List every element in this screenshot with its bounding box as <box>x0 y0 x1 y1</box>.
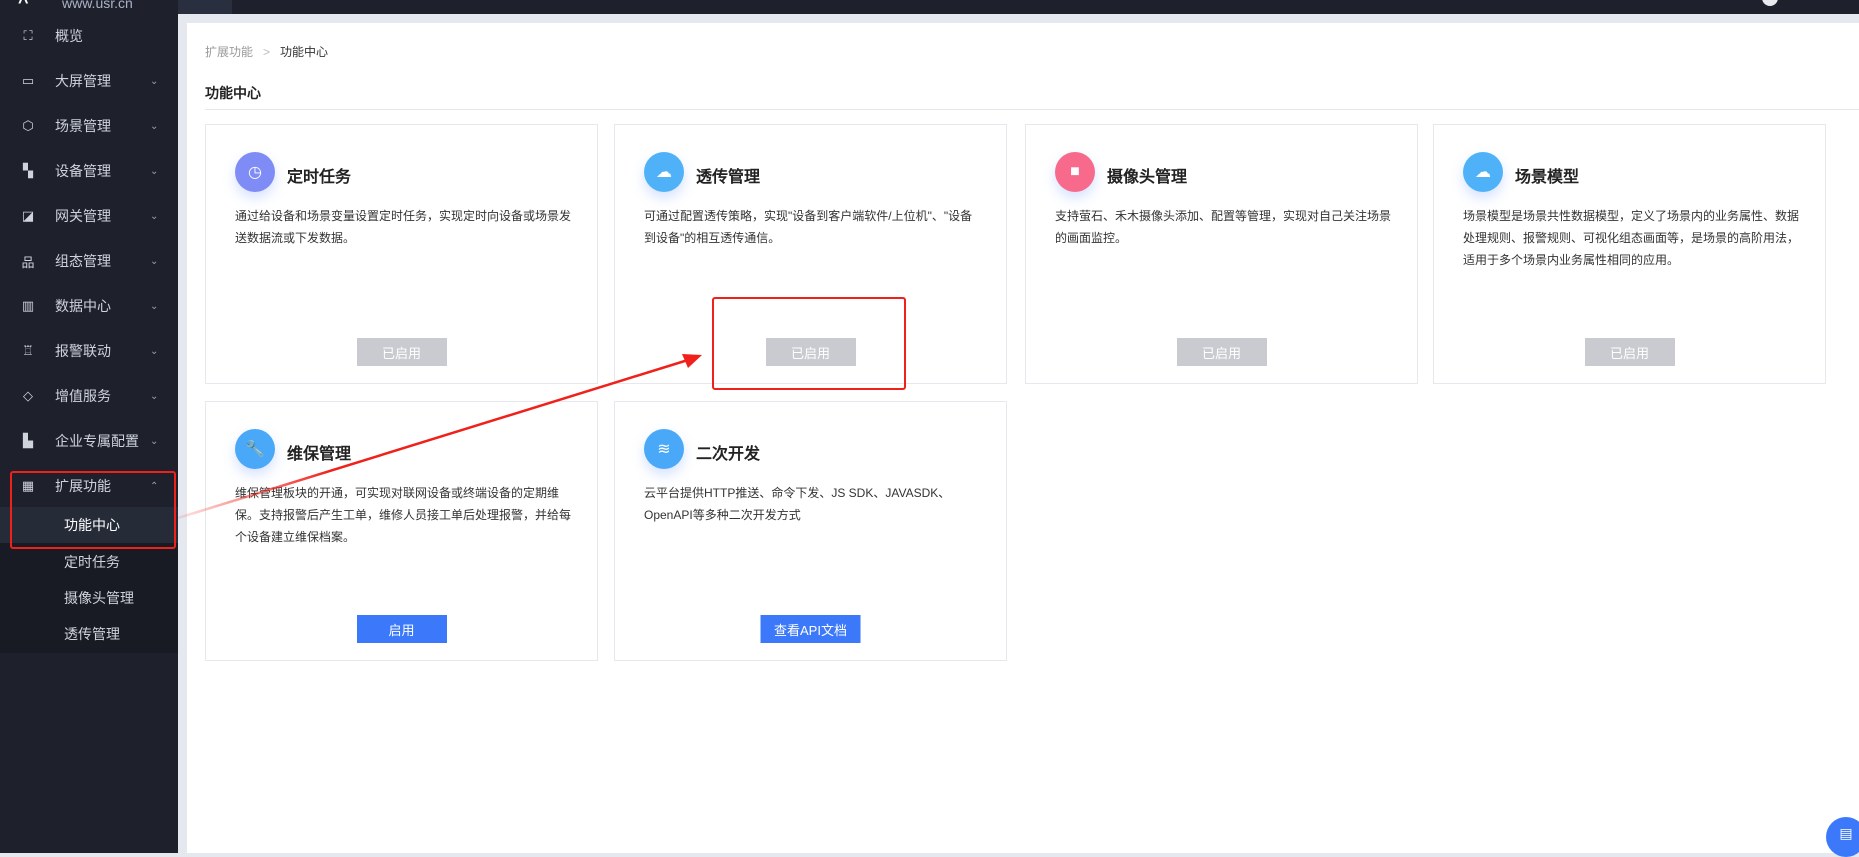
card-title: 透传管理 <box>696 169 761 186</box>
page-title: 功能中心 <box>205 85 261 101</box>
card-action-button[interactable]: 启用 <box>356 615 447 643</box>
card-title: 摄像头管理 <box>1107 169 1188 186</box>
chevron-icon: ⌄ <box>150 255 159 267</box>
card-action-button[interactable]: 已启用 <box>765 338 856 366</box>
logo-url: www.usr.cn <box>62 0 133 11</box>
submenu-item-scheduled-tasks[interactable]: 定时任务 <box>0 544 178 580</box>
card-maintenance: 🔧 维保管理 维保管理板块的开通，可实现对联网设备或终端设备的定期维保。支持报警… <box>205 401 598 661</box>
card-title: 维保管理 <box>287 446 352 463</box>
card-action-button[interactable]: 查看API文档 <box>760 615 861 643</box>
card-secondary-development: ≋ 二次开发 云平台提供HTTP推送、命令下发、JS SDK、JAVASDK、O… <box>614 401 1007 661</box>
sidebar-item-scenes[interactable]: ⬡ 场景管理 ⌄ <box>0 106 178 146</box>
sidebar: ^ www.usr.cn ⛶ 概览 ▭ 大屏管理 ⌄ ⬡ 场景管理 ⌄ ▚ 设备管理 ⌄ ◪ 网关管理 ⌄… <box>0 0 178 853</box>
sidebar-item-enterprise-config[interactable]: ▙ 企业专属配置 ⌄ <box>0 421 178 461</box>
alarm-icon: ♖ <box>22 343 34 358</box>
breadcrumb: 扩展功能 > 功能中心 <box>205 43 328 60</box>
sidebar-item-label: 设备管理 <box>55 163 111 179</box>
card-description: 通过给设备和场景变量设置定时任务，实现定时向设备或场景发送数据流或下发数据。 <box>235 209 572 245</box>
sidebar-item-label: 概览 <box>55 28 83 44</box>
card-transparent-transmission: ☁ 透传管理 可通过配置透传策略，实现"设备到客户端软件/上位机"、"设备到设备… <box>614 124 1007 384</box>
card-description: 支持萤石、禾木摄像头添加、配置等管理，实现对自己关注场景的画面监控。 <box>1055 209 1392 245</box>
sidebar-item-big-screen[interactable]: ▭ 大屏管理 ⌄ <box>0 61 178 101</box>
top-tab[interactable] <box>178 0 232 14</box>
card-scheduled-tasks: ◷ 定时任务 通过给设备和场景变量设置定时任务，实现定时向设备或场景发送数据流或… <box>205 124 598 384</box>
bar-chart-icon: ▥ <box>21 298 35 313</box>
sidebar-item-configuration[interactable]: 品 组态管理 ⌄ <box>0 241 178 281</box>
overview-icon: ⛶ <box>23 28 33 43</box>
card-title: 定时任务 <box>287 169 352 186</box>
sidebar-item-value-added[interactable]: ◇ 增值服务 ⌄ <box>0 376 178 416</box>
top-bar <box>178 0 1859 14</box>
chevron-icon: ⌃ <box>150 480 159 492</box>
camera-icon: ■ <box>1055 152 1095 192</box>
sidebar-item-label: 扩展功能 <box>55 478 111 494</box>
card-description: 云平台提供HTTP推送、命令下发、JS SDK、JAVASDK、OpenAPI等… <box>644 486 951 522</box>
document-icon: ▤ <box>1839 825 1853 841</box>
breadcrumb-parent[interactable]: 扩展功能 <box>205 45 253 59</box>
submenu-item-camera-management[interactable]: 摄像头管理 <box>0 580 178 616</box>
chevron-icon: ⌄ <box>150 165 159 177</box>
cube-icon: ⬡ <box>22 118 34 133</box>
icon-glyph: ≋ <box>657 441 671 458</box>
document-float-button[interactable]: ▤ <box>1826 817 1859 857</box>
sidebar-item-label: 企业专属配置 <box>55 433 139 449</box>
diamond-icon: ◇ <box>23 388 33 403</box>
icon-glyph: ◷ <box>248 164 262 181</box>
chevron-icon: ⌄ <box>150 120 159 132</box>
sidebar-item-label: 大屏管理 <box>55 73 111 89</box>
sidebar-item-label: 网关管理 <box>55 208 111 224</box>
submenu-item-function-center[interactable]: 功能中心 <box>0 507 178 543</box>
breadcrumb-current: 功能中心 <box>280 45 329 59</box>
card-description: 可通过配置透传策略，实现"设备到客户端软件/上位机"、"设备到设备"的相互透传通… <box>644 209 973 245</box>
sidebar-item-overview[interactable]: ⛶ 概览 <box>0 16 178 56</box>
main-content: 扩展功能 > 功能中心 功能中心 ◷ 定时任务 通过给设备和场景变量设置定时任务，实… <box>187 23 1859 853</box>
submenu-extensions: 功能中心 定时任务 摄像头管理 透传管理 <box>0 507 178 653</box>
chevron-icon: ⌄ <box>150 390 159 402</box>
card-action-button[interactable]: 已启用 <box>1176 338 1267 366</box>
clock-icon: ◷ <box>235 152 275 192</box>
card-action-button[interactable]: 已启用 <box>356 338 447 366</box>
sidebar-item-alarm-linkage[interactable]: ♖ 报警联动 ⌄ <box>0 331 178 371</box>
icon-glyph: ☁ <box>656 164 672 181</box>
chevron-icon: ⌄ <box>150 210 159 222</box>
chevron-icon: ⌄ <box>150 75 159 87</box>
card-title: 场景模型 <box>1515 169 1580 186</box>
icon-glyph: ☁ <box>1475 164 1491 181</box>
wrench-icon: 🔧 <box>235 429 275 469</box>
monitor-icon: ▭ <box>21 73 35 88</box>
submenu-item-transparent-transmission[interactable]: 透传管理 <box>0 616 178 652</box>
building-icon: ▙ <box>23 433 33 448</box>
icon-glyph: ■ <box>1070 163 1080 180</box>
card-description: 场景模型是场景共性数据模型，定义了场景内的业务属性、数据处理规则、报警规则、可视… <box>1463 209 1800 267</box>
sidebar-item-label: 组态管理 <box>55 253 111 269</box>
sidebar-item-label: 数据中心 <box>55 298 111 314</box>
card-camera-management: ■ 摄像头管理 支持萤石、禾木摄像头添加、配置等管理，实现对自己关注场景的画面监… <box>1025 124 1418 384</box>
logo-mark: ^ <box>18 0 29 12</box>
card-scene-model: ☁ 场景模型 场景模型是场景共性数据模型，定义了场景内的业务属性、数据处理规则、… <box>1433 124 1826 384</box>
card-description: 维保管理板块的开通，可实现对联网设备或终端设备的定期维保。支持报警后产生工单，维… <box>235 486 572 544</box>
sidebar-item-gateways[interactable]: ◪ 网关管理 ⌄ <box>0 196 178 236</box>
card-action-button[interactable]: 已启用 <box>1584 338 1675 366</box>
chevron-icon: ⌄ <box>150 435 159 447</box>
chevron-icon: ⌄ <box>150 345 159 357</box>
sidebar-item-label: 报警联动 <box>55 343 111 359</box>
divider <box>205 109 1859 110</box>
sidebar-item-data-center[interactable]: ▥ 数据中心 ⌄ <box>0 286 178 326</box>
sidebar-item-devices[interactable]: ▚ 设备管理 ⌄ <box>0 151 178 191</box>
gateway-icon: ◪ <box>21 208 35 223</box>
device-icon: ▚ <box>23 163 33 178</box>
topology-icon: 品 <box>21 254 35 270</box>
cloud-transfer-icon: ☁ <box>644 152 684 192</box>
layers-icon: ≋ <box>644 429 684 469</box>
sidebar-item-label: 场景管理 <box>55 118 111 134</box>
cloud-model-icon: ☁ <box>1463 152 1503 192</box>
sidebar-item-extensions[interactable]: ▦ 扩展功能 ⌃ <box>0 466 178 506</box>
grid-icon: ▦ <box>21 478 35 493</box>
chevron-icon: ⌄ <box>150 300 159 312</box>
breadcrumb-separator: > <box>263 45 271 59</box>
sidebar-item-label: 增值服务 <box>55 388 111 404</box>
card-title: 二次开发 <box>696 446 761 463</box>
icon-glyph: 🔧 <box>245 441 265 458</box>
